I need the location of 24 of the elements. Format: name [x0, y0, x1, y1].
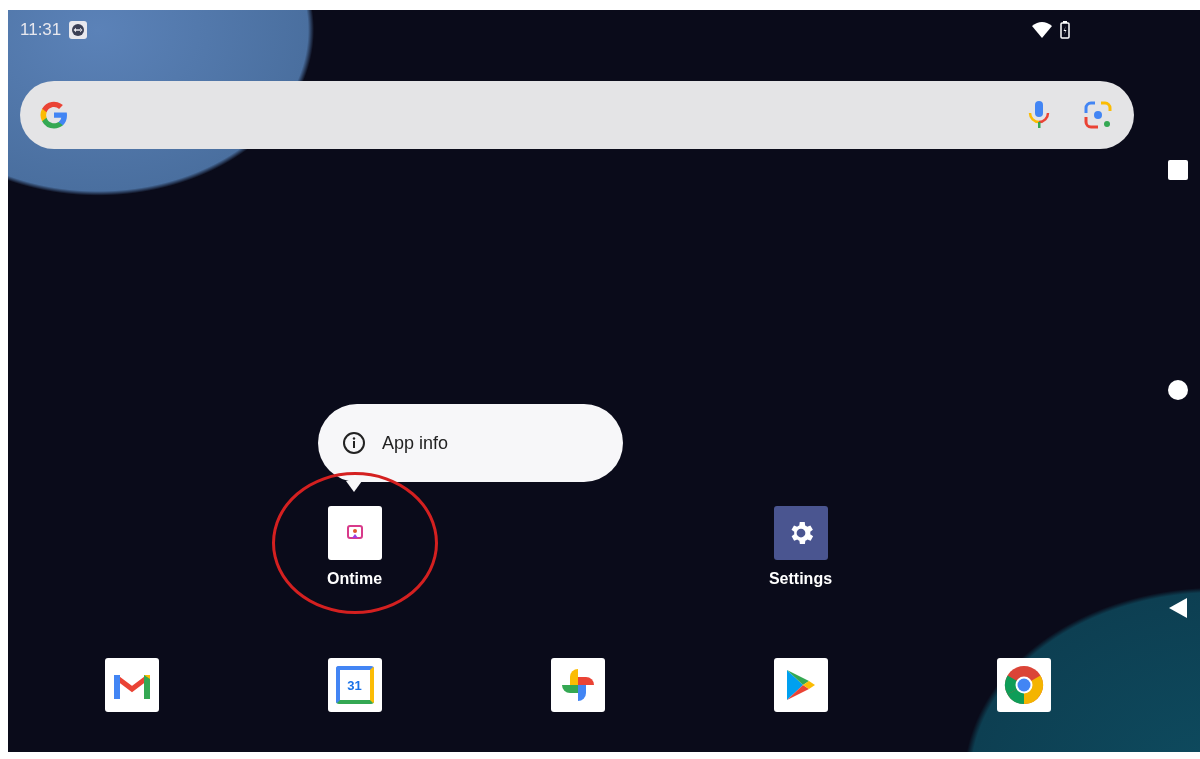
app-tile[interactable]	[773, 658, 828, 712]
browser-icon	[1003, 665, 1044, 705]
wifi-icon	[1032, 22, 1052, 38]
home-button[interactable]	[1168, 380, 1188, 400]
app-tile[interactable]	[104, 658, 159, 712]
app-tile[interactable]: 31	[327, 658, 382, 712]
battery-icon	[1060, 21, 1070, 39]
info-icon	[342, 431, 366, 455]
play-triangle-icon	[784, 668, 817, 702]
microphone-icon[interactable]	[1028, 100, 1050, 130]
remote-arrows-icon	[69, 21, 88, 39]
app-tile[interactable]	[550, 658, 605, 712]
back-button[interactable]	[1169, 598, 1187, 618]
g-logo-icon	[38, 99, 70, 131]
app-label: Ontime	[326, 570, 383, 588]
menu-item[interactable]: App info	[382, 432, 449, 454]
calendar-date: 31	[347, 677, 362, 693]
app-tile[interactable]	[773, 506, 828, 560]
app-icon	[345, 524, 364, 542]
camera-lens-icon[interactable]	[1084, 101, 1112, 129]
app-tile[interactable]	[327, 506, 382, 560]
clock-time: 11:31	[20, 20, 62, 40]
app-label: Settings	[768, 570, 833, 588]
app-tile[interactable]	[996, 658, 1051, 712]
